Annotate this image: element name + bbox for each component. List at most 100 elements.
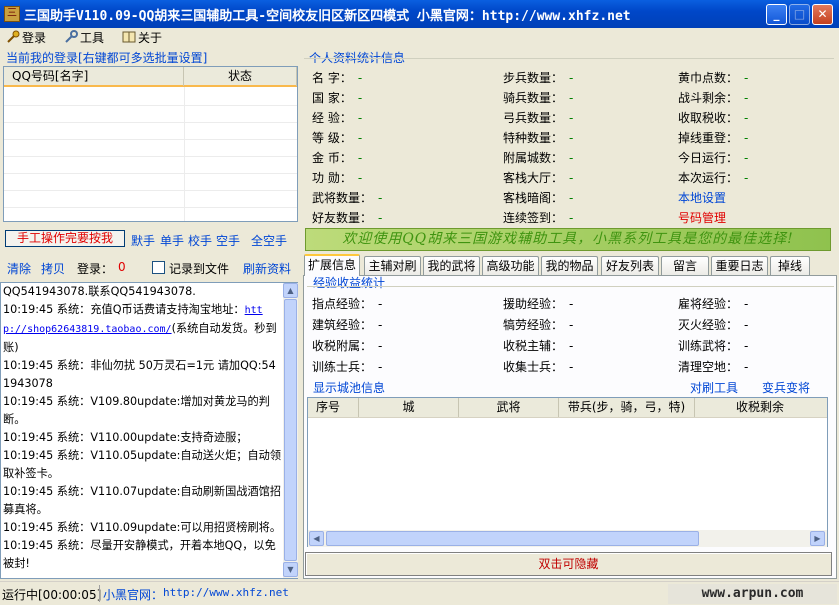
scroll-up-button[interactable]: ▲ [283, 283, 298, 298]
log-line: 10:19:45 系统：V109.80update:增加对黄龙马的判断。 [3, 395, 270, 426]
record-to-file-label[interactable]: 记录到文件 [169, 260, 229, 277]
stat-row: 掉线重登： - [678, 129, 748, 146]
scroll-thumb[interactable] [284, 299, 297, 561]
number-management-link[interactable]: 号码管理 [678, 209, 726, 226]
menu-login[interactable]: 登录 [6, 30, 46, 46]
stat-label: 特种数量： [503, 131, 564, 145]
exp-stat-label: 雇将经验： [678, 297, 739, 311]
tab-friends[interactable]: 好友列表 [601, 256, 659, 275]
scroll-left-button[interactable]: ◀ [309, 531, 324, 546]
empty-hand-link[interactable]: 空手 [216, 232, 240, 249]
tab-my-generals[interactable]: 我的武将 [423, 256, 480, 275]
stat-row: 名 字： - [312, 69, 362, 86]
stat-row: 今日运行： - [678, 149, 748, 166]
tab-important-log[interactable]: 重要日志 [711, 256, 768, 275]
exp-stat-value: - [378, 318, 383, 332]
tab-advanced[interactable]: 高级功能 [482, 256, 539, 275]
key-icon [6, 30, 20, 44]
column-header-tax-left[interactable]: 收税剩余 [695, 398, 825, 417]
stat-row: 客栈大厅： - [503, 169, 573, 186]
change-troop-link[interactable]: 变兵变将 [762, 379, 810, 396]
pair-tool-link[interactable]: 对刷工具 [690, 379, 738, 396]
stat-row: 黄巾点数： - [678, 69, 748, 86]
tab-scroll-arrows[interactable] [813, 258, 837, 274]
column-header-index[interactable]: 序号 [308, 398, 359, 417]
stat-label: 骑兵数量： [503, 91, 564, 105]
refresh-info-link[interactable]: 刷新资料 [243, 260, 291, 277]
column-header-general[interactable]: 武将 [459, 398, 559, 417]
exp-stat-value: - [569, 297, 574, 311]
hscroll-thumb[interactable] [326, 531, 699, 546]
school-hand-link[interactable]: 校手 [188, 232, 212, 249]
close-button[interactable]: ✕ [812, 4, 833, 25]
stat-label: 附属城数： [503, 151, 564, 165]
stat-label: 国 家： [312, 91, 352, 105]
column-header-status[interactable]: 状态 [184, 67, 297, 86]
window-title: 三国助手V110.09-QQ胡来三国辅助工具-空间校友旧区新区四模式 小黑官网：… [24, 9, 631, 24]
single-hand-link[interactable]: 单手 [160, 232, 184, 249]
stat-row: 骑兵数量： - [503, 89, 573, 106]
all-empty-hand-link[interactable]: 全空手 [251, 232, 287, 249]
tab-disconnect[interactable]: 掉线 [770, 256, 810, 275]
city-grid[interactable]: 序号 城 武将 带兵(步，骑，弓，特) 收税剩余 ◀ ▶ [307, 397, 828, 547]
app-icon[interactable]: 三 [4, 6, 20, 22]
stat-value: - [744, 171, 749, 185]
log-scrollbar[interactable]: ▲ ▼ [283, 283, 298, 578]
exp-stat: 指点经验： - [312, 295, 382, 312]
stat-row: 战斗剩余： - [678, 89, 748, 106]
tab-main-pair[interactable]: 主辅对刷 [364, 256, 421, 275]
stat-value: - [357, 151, 363, 165]
stat-label: 黄巾点数： [678, 71, 739, 85]
stat-row: 连续签到： - [503, 209, 573, 226]
stat-row: 客栈暗阁： - [503, 189, 573, 206]
stat-row: 特种数量： - [503, 129, 573, 146]
exp-stat-value: - [569, 360, 574, 374]
stat-label: 本次运行： [678, 171, 739, 185]
watermark: www.arpun.com [668, 584, 837, 604]
stat-label: 客栈大厅： [503, 171, 564, 185]
log-line: 10:19:45 系统：V110.05update:自动送火炬；自动领取补签卡。 [3, 449, 282, 480]
tab-my-items[interactable]: 我的物品 [541, 256, 598, 275]
column-header-troops[interactable]: 带兵(步，骑，弓，特) [559, 398, 695, 417]
menu-tools[interactable]: 工具 [64, 30, 104, 46]
menu-login-label: 登录 [22, 31, 47, 45]
menu-about[interactable]: 关于 [122, 30, 162, 46]
city-grid-hscrollbar[interactable]: ◀ ▶ [308, 530, 827, 547]
tab-extended-info[interactable]: 扩展信息 [304, 254, 360, 276]
local-settings-link[interactable]: 本地设置 [678, 189, 726, 206]
stat-row: 收取税收： - [678, 109, 748, 126]
stat-value: - [357, 111, 363, 125]
exp-stat: 收税主辅： - [503, 337, 573, 354]
book-icon [122, 30, 136, 44]
column-header-city[interactable]: 城 [359, 398, 459, 417]
copy-log-link[interactable]: 拷贝 [41, 260, 65, 277]
stat-label: 连续签到： [503, 211, 564, 225]
stat-row: 附属城数： - [503, 149, 573, 166]
scroll-right-button[interactable]: ▶ [810, 531, 825, 546]
clear-log-link[interactable]: 清除 [7, 260, 31, 277]
maximize-button[interactable]: □ [789, 4, 810, 25]
column-header-qq[interactable]: QQ号码[名字] [4, 67, 184, 86]
exp-stat-value: - [569, 339, 574, 353]
scroll-down-button[interactable]: ▼ [283, 562, 298, 577]
minimize-button[interactable]: _ [766, 4, 787, 25]
city-grid-header: 序号 城 武将 带兵(步，骑，弓，特) 收税剩余 [308, 398, 827, 418]
stat-label: 经 验： [312, 111, 352, 125]
accounts-table[interactable]: QQ号码[名字] 状态 [3, 66, 298, 222]
stat-row: 步兵数量： - [503, 69, 573, 86]
default-hand-link[interactable]: 默手 [131, 232, 155, 249]
stat-value: - [357, 91, 363, 105]
site-url-link[interactable]: http://www.xhfz.net [163, 586, 289, 599]
exp-stat-value: - [744, 360, 749, 374]
double-click-hide-button[interactable]: 双击可隐藏 [305, 552, 832, 576]
title-bar[interactable]: 三 三国助手V110.09-QQ胡来三国辅助工具-空间校友旧区新区四模式 小黑官… [0, 0, 839, 28]
record-to-file-checkbox[interactable] [152, 261, 165, 274]
log-line: 10:19:45 系统：V110.00update:支持奇迹服； [3, 431, 248, 444]
log-panel[interactable]: QQ541943078.联系QQ541943078. 10:19:45 系统：充值… [0, 282, 298, 579]
show-city-link[interactable]: 显示城池信息 [313, 379, 385, 396]
stat-label: 武将数量： [312, 191, 373, 205]
tab-messages[interactable]: 留言 [661, 256, 709, 275]
manual-done-button[interactable]: 手工操作完要按我 [5, 230, 125, 247]
stat-value: - [744, 151, 749, 165]
stat-label: 客栈暗阁： [503, 191, 564, 205]
